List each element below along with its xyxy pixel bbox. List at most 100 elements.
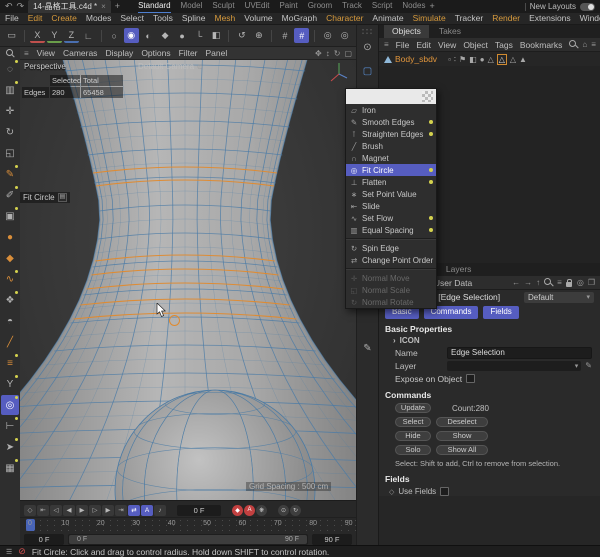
lock-y-axis[interactable]: Y [47, 28, 62, 43]
show-keys-button[interactable]: A [141, 505, 153, 516]
knife-tool[interactable]: ╱ [1, 332, 19, 352]
menu-window[interactable]: Window [580, 13, 600, 24]
add-tab-button[interactable]: + [115, 1, 120, 12]
menu-item-straighten-edges[interactable]: ⊺Straighten Edges [346, 128, 436, 140]
lock-icon[interactable] [566, 279, 573, 287]
prev-key-button[interactable]: ◁ [50, 505, 62, 516]
object-name[interactable]: Body_sbdv [395, 54, 437, 64]
edit-layer-icon[interactable]: ✎ [585, 361, 592, 370]
object-row[interactable]: Body_sbdv ▫∶⚑◧●△△△▲ [379, 52, 600, 66]
record-rotation-button[interactable]: ↻ [290, 505, 301, 516]
object-mode-icon[interactable]: ● [175, 28, 190, 43]
layout-tab-groom[interactable]: Groom [308, 0, 332, 12]
frame-select-tool[interactable]: ▣ [1, 206, 19, 226]
point-mode-icon[interactable]: ◉ [124, 28, 139, 43]
menu-spline[interactable]: Spline [182, 13, 206, 24]
phong-tag-icon[interactable]: △ [488, 55, 494, 64]
range-start-field[interactable]: 0 F [24, 534, 64, 545]
axis-icon[interactable]: ⊙ [359, 39, 376, 56]
viewport-menu-options[interactable]: Options [141, 48, 170, 58]
tag-edit-icon[interactable]: ✎ [359, 340, 376, 357]
layout-toggle[interactable] [580, 3, 595, 11]
objects-menu-icon[interactable]: ≡ [384, 40, 389, 49]
workplane-snap-icon[interactable]: ◎ [337, 28, 352, 43]
subdivision-tag-icon[interactable]: ● [480, 55, 485, 64]
panel-handle[interactable] [361, 28, 374, 35]
camera-label[interactable]: Default Camera ⊙ [138, 62, 203, 71]
close-tab-icon[interactable]: × [101, 2, 106, 11]
solo-button[interactable]: Solo [395, 445, 431, 455]
menu-edit[interactable]: Edit [28, 13, 43, 24]
expander-icon[interactable]: › [393, 336, 396, 346]
dolly-view-icon[interactable]: ↕ [326, 49, 330, 58]
move-tool[interactable]: ✛ [1, 101, 19, 121]
objects-menu-object[interactable]: Object [463, 40, 488, 50]
visibility-dots-icon[interactable]: ∶ [454, 55, 456, 64]
edge-selection-tag-icon[interactable]: △ [497, 54, 507, 65]
expose-checkbox[interactable] [466, 374, 475, 383]
menu-item-smooth-edges[interactable]: ✎Smooth Edges [346, 116, 436, 128]
polygon-pen-tool[interactable]: ∿ [1, 269, 19, 289]
objects-menu-view[interactable]: View [438, 40, 456, 50]
status-menu-icon[interactable]: ☰ [6, 548, 12, 556]
menu-item-iron[interactable]: ▱Iron [346, 104, 436, 116]
scale-tool[interactable]: ◱ [1, 143, 19, 163]
slide-tool[interactable]: ⊢ [1, 416, 19, 436]
menu-extensions[interactable]: Extensions [529, 13, 571, 24]
layout-tab-script[interactable]: Script [372, 0, 392, 12]
edge-mode-icon[interactable]: ◐ [141, 28, 156, 43]
search-icon[interactable] [569, 40, 578, 49]
lock-z-axis[interactable]: Z [64, 28, 79, 43]
filter-icon[interactable]: ≡ [591, 40, 596, 49]
cube-tool[interactable]: ◆ [1, 248, 19, 268]
deselect-button[interactable]: Deselect [436, 417, 488, 427]
menu-volume[interactable]: Volume [244, 13, 272, 24]
menu-item-flatten[interactable]: ⊥Flatten [346, 176, 436, 188]
viewport-menu-panel[interactable]: Panel [206, 48, 228, 58]
filter-icon[interactable]: ≡ [557, 278, 562, 287]
keying-settings-button[interactable]: ❋ [256, 505, 267, 516]
layout-tab-uvedit[interactable]: UVEdit [245, 0, 270, 12]
loop-cut-tool[interactable]: ≡ [1, 353, 19, 373]
viewport-menu-display[interactable]: Display [105, 48, 133, 58]
range-end-field[interactable]: 90 F [312, 534, 352, 545]
update-button[interactable]: Update [395, 403, 431, 413]
attributes-menu-user-data[interactable]: User Data [434, 278, 472, 288]
axis-modification-icon[interactable]: ⊕ [251, 28, 266, 43]
objects-menu-tags[interactable]: Tags [495, 40, 513, 50]
prev-frame-button[interactable]: ◀ [63, 505, 75, 516]
range-track[interactable]: 0 F 90 F [68, 534, 308, 545]
objects-menu-file[interactable]: File [396, 40, 410, 50]
texture-mode-icon[interactable]: ◧ [208, 28, 223, 43]
model-mode-icon[interactable]: ○ [107, 28, 122, 43]
quantize-icon[interactable]: ◎ [320, 28, 335, 43]
tab-layers[interactable]: Layers [438, 263, 480, 276]
lock-x-axis[interactable]: X [30, 28, 45, 43]
target-icon[interactable]: ◎ [577, 278, 584, 287]
menu-render[interactable]: Render [492, 13, 520, 24]
menu-tools[interactable]: Tools [153, 13, 173, 24]
layout-tab-track[interactable]: Track [342, 0, 362, 12]
tab-fields[interactable]: Fields [483, 306, 518, 319]
viewport-menu-icon[interactable]: ≡ [24, 49, 29, 58]
document-tab[interactable]: 14-晶格工具.c4d * × [28, 0, 111, 13]
home-icon[interactable]: ⌂ [582, 40, 587, 49]
hide-button[interactable]: Hide [395, 431, 431, 441]
snap-enabled-icon[interactable]: # [294, 28, 309, 43]
workplane-icon[interactable]: ∟ [81, 28, 96, 43]
menu-file[interactable]: File [5, 13, 19, 24]
menu-item-magnet[interactable]: ∩Magnet [346, 152, 436, 164]
select-button[interactable]: Select [395, 417, 431, 427]
menu-animate[interactable]: Animate [372, 13, 403, 24]
rectangle-selection-tool[interactable]: ▥ [1, 80, 19, 100]
menu-modes[interactable]: Modes [86, 13, 112, 24]
make-keyframe-button[interactable]: ◇ [24, 505, 36, 516]
tab-takes[interactable]: Takes [431, 25, 469, 38]
polygon-mode-icon[interactable]: ◆ [158, 28, 173, 43]
fit-circle-tool[interactable]: ◎ [1, 395, 19, 415]
snap-grid-icon[interactable]: # [277, 28, 292, 43]
autokey-button[interactable]: A [244, 505, 255, 516]
edge-cut-tool[interactable]: ▦ [1, 458, 19, 478]
selection-tag-icon[interactable]: △ [510, 55, 516, 64]
menu-item-spin-edge[interactable]: ↻Spin Edge [346, 242, 436, 254]
